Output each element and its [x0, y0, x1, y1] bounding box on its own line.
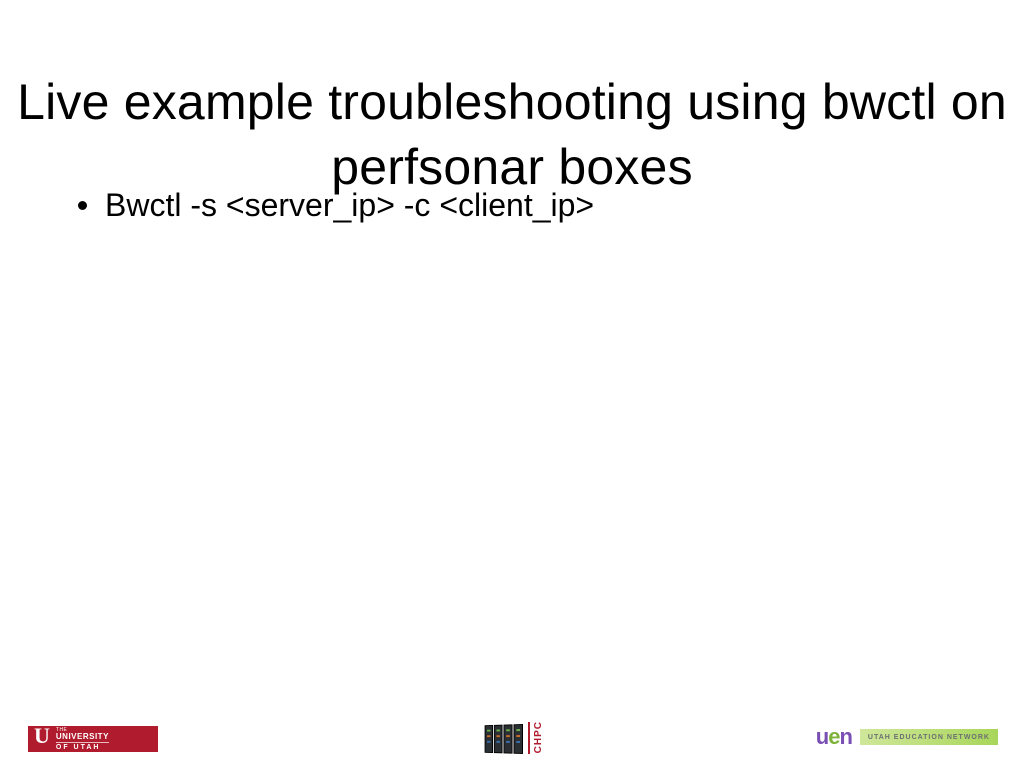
uen-logo: u e n UTAH EDUCATION NETWORK — [816, 724, 998, 750]
divider — [528, 722, 530, 754]
uu-line1: UNIVERSITY — [56, 733, 109, 741]
chpc-label: CHPC — [533, 721, 544, 753]
uen-n: n — [839, 724, 851, 750]
uen-mark-icon: u e n — [816, 724, 852, 750]
uu-line2: OF UTAH — [56, 742, 109, 751]
list-item: Bwctl -s <server_ip> -c <client_ip> — [78, 186, 964, 224]
bullet-text: Bwctl -s <server_ip> -c <client_ip> — [105, 186, 594, 224]
bullet-icon — [78, 201, 87, 210]
server-rack-icon — [485, 724, 523, 754]
university-of-utah-logo: U THE UNIVERSITY OF UTAH — [28, 726, 158, 752]
uu-mark-icon: U — [32, 725, 52, 747]
slide-footer: U THE UNIVERSITY OF UTAH CHPC u e n — [0, 714, 1024, 754]
slide-title: Live example troubleshooting using bwctl… — [0, 70, 1024, 200]
slide: Live example troubleshooting using bwctl… — [0, 0, 1024, 768]
uu-text: THE UNIVERSITY OF UTAH — [56, 728, 109, 751]
chpc-logo: CHPC — [480, 720, 544, 754]
uen-e: e — [828, 724, 839, 750]
uen-u: u — [816, 724, 828, 750]
slide-body: Bwctl -s <server_ip> -c <client_ip> — [78, 186, 964, 224]
uen-label: UTAH EDUCATION NETWORK — [860, 729, 998, 745]
